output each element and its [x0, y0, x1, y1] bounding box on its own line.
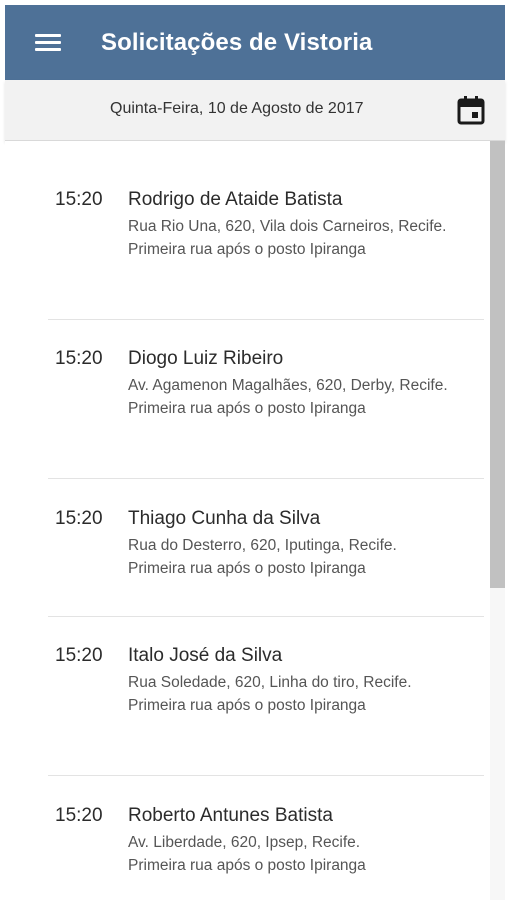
item-note: Primeira rua após o posto Ipiranga — [128, 560, 366, 577]
divider — [48, 616, 484, 617]
item-address-text: Rua Soledade, 620, Linha do tiro, Recife… — [128, 674, 412, 691]
divider — [48, 775, 484, 776]
item-note: Primeira rua após o posto Ipiranga — [128, 241, 366, 258]
selected-date: Quinta-Feira, 10 de Agosto de 2017 — [110, 100, 364, 117]
item-time: 15:20 — [55, 189, 103, 210]
item-address-text: Rua Rio Una, 620, Vila dois Carneiros, R… — [128, 218, 447, 235]
divider — [48, 319, 484, 320]
item-address: Av. Liberdade, 620, Ipsep, Recife. Prime… — [128, 832, 458, 878]
item-address: Av. Agamenon Magalhães, 620, Derby, Reci… — [128, 375, 458, 421]
item-name: Diogo Luiz Ribeiro — [128, 348, 284, 369]
menu-icon[interactable] — [35, 28, 65, 58]
item-name: Rodrigo de Ataide Batista — [128, 189, 343, 210]
item-time: 15:20 — [55, 645, 103, 666]
item-address: Rua do Desterro, 620, Iputinga, Recife. … — [128, 535, 458, 581]
item-address-text: Av. Agamenon Magalhães, 620, Derby, Reci… — [128, 377, 448, 394]
page-title: Solicitações de Vistoria — [101, 28, 373, 56]
scrollbar-thumb[interactable] — [490, 141, 505, 588]
item-name: Italo José da Silva — [128, 645, 283, 666]
app-bar: Solicitações de Vistoria — [5, 5, 505, 80]
calendar-icon[interactable] — [455, 94, 487, 126]
item-time: 15:20 — [55, 508, 103, 529]
item-address-text: Rua do Desterro, 620, Iputinga, Recife. — [128, 537, 397, 554]
item-note: Primeira rua após o posto Ipiranga — [128, 697, 366, 714]
divider — [48, 478, 484, 479]
item-note: Primeira rua após o posto Ipiranga — [128, 857, 366, 874]
item-time: 15:20 — [55, 348, 103, 369]
inspection-request-list[interactable]: 15:20 Rodrigo de Ataide Batista Rua Rio … — [5, 141, 505, 900]
date-bar: Quinta-Feira, 10 de Agosto de 2017 — [5, 80, 505, 141]
item-address-text: Av. Liberdade, 620, Ipsep, Recife. — [128, 834, 361, 851]
item-name: Roberto Antunes Batista — [128, 805, 333, 826]
item-name: Thiago Cunha da Silva — [128, 508, 321, 529]
item-note: Primeira rua após o posto Ipiranga — [128, 400, 366, 417]
item-address: Rua Soledade, 620, Linha do tiro, Recife… — [128, 672, 458, 718]
item-address: Rua Rio Una, 620, Vila dois Carneiros, R… — [128, 216, 458, 262]
item-time: 15:20 — [55, 805, 103, 826]
